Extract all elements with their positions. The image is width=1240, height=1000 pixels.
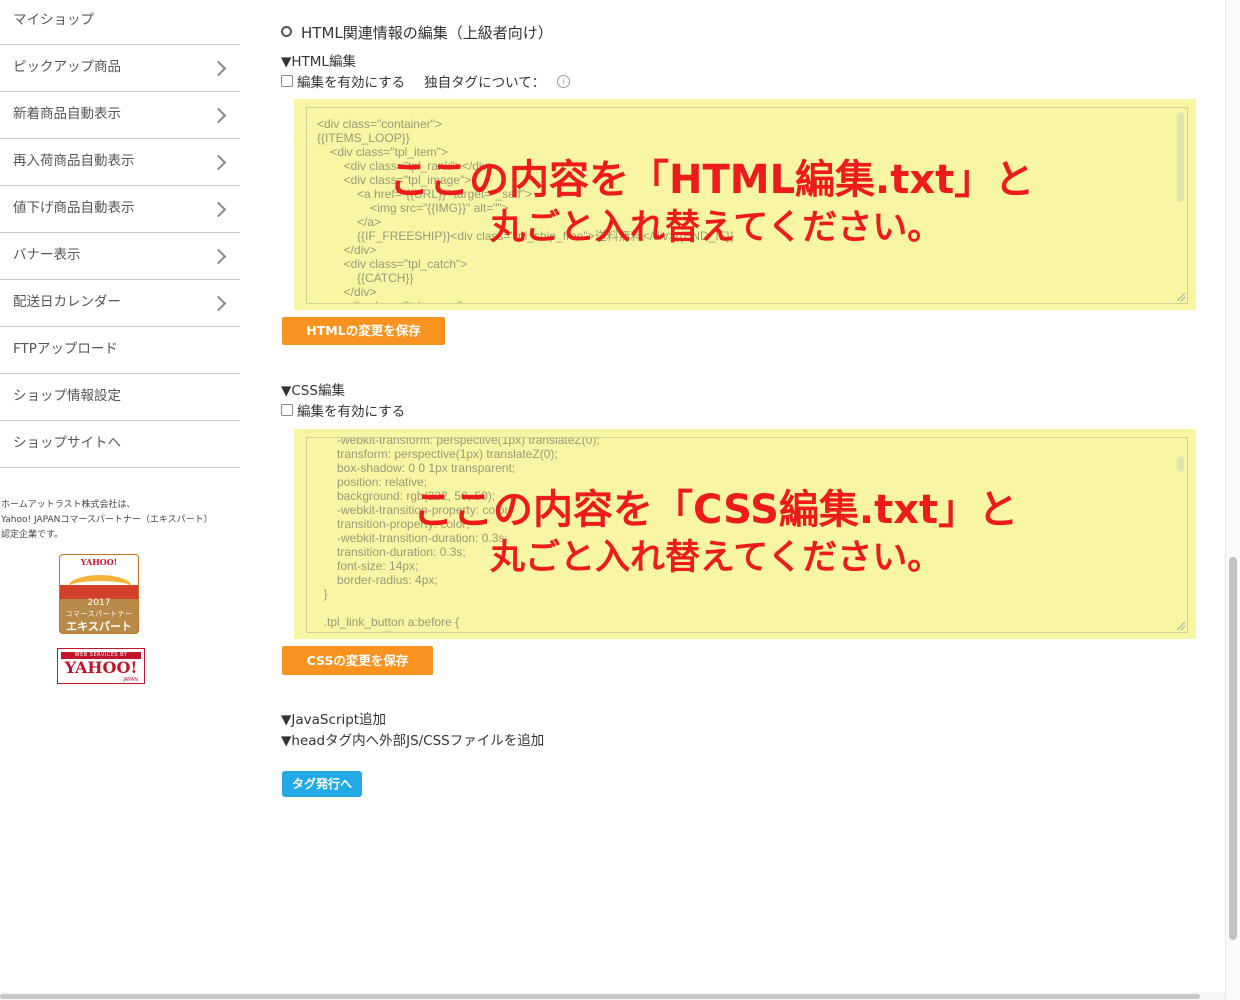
sidebar-item[interactable]: 再入荷商品自動表示 [0, 139, 240, 186]
sidebar-item[interactable]: FTPアップロード [0, 327, 240, 374]
css-instruction-line2: 丸ごと入れ替えてください。 [490, 538, 943, 578]
partner-note: ホームアットラスト株式会社は、 Yahoo! JAPANコマースパートナー（エキ… [1, 498, 239, 543]
save-css-button[interactable]: CSSの変更を保存 [282, 646, 433, 675]
html-editor-highlight: <div class="container"> {{ITEMS_LOOP}} <… [294, 99, 1196, 310]
sidebar-item[interactable]: ピックアップ商品 [0, 45, 240, 92]
radio-bullet-icon [281, 26, 292, 37]
chevron-right-icon [210, 154, 227, 171]
page-horizontal-scroll-thumb[interactable] [0, 994, 1200, 999]
css-editor-textarea[interactable]: -webkit-transform: perspective(1px) tran… [306, 437, 1188, 633]
html-enable-row: 編集を有効にする 独自タグについて： i [281, 71, 571, 91]
head-tag-section-label: ▼headタグ内へ外部JS/CSSファイルを追加 [281, 733, 545, 749]
css-editor-resize-handle[interactable] [1177, 622, 1185, 630]
sidebar-item[interactable]: 配送日カレンダー [0, 280, 240, 327]
css-enable-row: 編集を有効にする [281, 400, 405, 420]
info-icon[interactable]: i [557, 74, 571, 88]
chevron-right-icon [210, 107, 227, 124]
javascript-section-label: ▼JavaScript追加 [281, 712, 387, 728]
yahoo-japan-text: JAPAN [123, 677, 138, 683]
sidebar-item-label: マイショップ [13, 12, 94, 28]
custom-tag-link[interactable]: 独自タグについて： [424, 71, 545, 91]
sidebar-item[interactable]: ショップ情報設定 [0, 374, 240, 421]
partner-note-line: Yahoo! JAPANコマースパートナー（エキスパート） [1, 515, 213, 525]
sidebar-item-label: FTPアップロード [13, 341, 118, 357]
css-enable-checkbox[interactable] [281, 404, 293, 416]
yahoo-logo-text: YAHOO! [64, 658, 138, 677]
html-editor-textarea[interactable]: <div class="container"> {{ITEMS_LOOP}} <… [306, 107, 1188, 304]
html-editor-scrollbar[interactable] [1177, 112, 1184, 202]
chevron-right-icon [210, 60, 227, 77]
sidebar-item-label: ショップ情報設定 [13, 388, 121, 404]
css-editor-code: -webkit-transform: perspective(1px) tran… [323, 437, 600, 632]
sidebar-item-label: バナー表示 [13, 247, 81, 263]
partner-note-line: 認定企業です。 [1, 530, 64, 540]
html-instruction-line1: ここの内容を「HTML編集.txt」と [389, 157, 1035, 203]
chevron-right-icon [210, 295, 227, 312]
badge-year: 2017 [87, 598, 111, 608]
page-horizontal-scrollbar[interactable] [0, 992, 1225, 1000]
sidebar-item[interactable]: バナー表示 [0, 233, 240, 280]
sidebar-item-label: ピックアップ商品 [13, 59, 121, 75]
html-enable-label: 編集を有効にする [297, 75, 406, 91]
badge-swoosh-icon [68, 575, 132, 599]
sidebar-item[interactable]: 新着商品自動表示 [0, 92, 240, 139]
save-html-button[interactable]: HTMLの変更を保存 [282, 317, 445, 345]
css-enable-label: 編集を有効にする [297, 404, 406, 420]
main-content: HTML関連情報の編集（上級者向け） ▼HTML編集 編集を有効にする 独自タグ… [240, 0, 1225, 1000]
sidebar: マイショップピックアップ商品 新着商品自動表示 再入荷商品自動表示 値下げ商品自動表示… [0, 0, 240, 1000]
page-title: HTML関連情報の編集（上級者向け） [281, 22, 553, 43]
web-services-yahoo-logo[interactable]: WEB SERVICES BY YAHOO! JAPAN [57, 648, 145, 684]
sidebar-item-label: ショップサイトへ [13, 435, 121, 451]
sidebar-item[interactable]: 値下げ商品自動表示 [0, 186, 240, 233]
sidebar-item[interactable]: マイショップ [0, 0, 240, 45]
css-section-label: ▼CSS編集 [281, 383, 345, 399]
html-section-label: ▼HTML編集 [281, 54, 356, 70]
badge-line2: エキスパート [66, 620, 132, 633]
sidebar-menu: マイショップピックアップ商品 新着商品自動表示 再入荷商品自動表示 値下げ商品自動表示… [0, 0, 240, 468]
sidebar-item[interactable]: ショップサイトへ [0, 421, 240, 468]
html-editor-code: <div class="container"> {{ITEMS_LOOP}} <… [317, 117, 735, 303]
chevron-right-icon [210, 248, 227, 265]
sidebar-item-label: 値下げ商品自動表示 [13, 200, 135, 216]
tag-issue-button[interactable]: タグ発行へ [282, 771, 362, 797]
css-editor-highlight: -webkit-transform: perspective(1px) tran… [294, 429, 1196, 639]
css-instruction-line1: ここの内容を「CSS編集.txt」と [413, 487, 1019, 533]
sidebar-item-label: 新着商品自動表示 [13, 106, 121, 122]
html-instruction-line2: 丸ごと入れ替えてください。 [490, 208, 943, 248]
html-editor-resize-handle[interactable] [1177, 293, 1185, 301]
badge-yahoo-text: YAHOO! [80, 557, 118, 567]
chevron-right-icon [210, 201, 227, 218]
commerce-partner-badge: YAHOO! 2017 コマースパートナー エキスパート [59, 554, 139, 634]
html-enable-checkbox[interactable] [281, 75, 293, 87]
css-editor-scrollbar[interactable] [1177, 456, 1184, 472]
page-title-text: HTML関連情報の編集（上級者向け） [301, 24, 553, 42]
page-vertical-scroll-thumb[interactable] [1229, 557, 1237, 940]
partner-note-line: ホームアットラスト株式会社は、 [1, 500, 136, 510]
sidebar-item-label: 再入荷商品自動表示 [13, 153, 135, 169]
page-vertical-scrollbar[interactable] [1225, 0, 1240, 1000]
sidebar-item-label: 配送日カレンダー [13, 294, 121, 310]
